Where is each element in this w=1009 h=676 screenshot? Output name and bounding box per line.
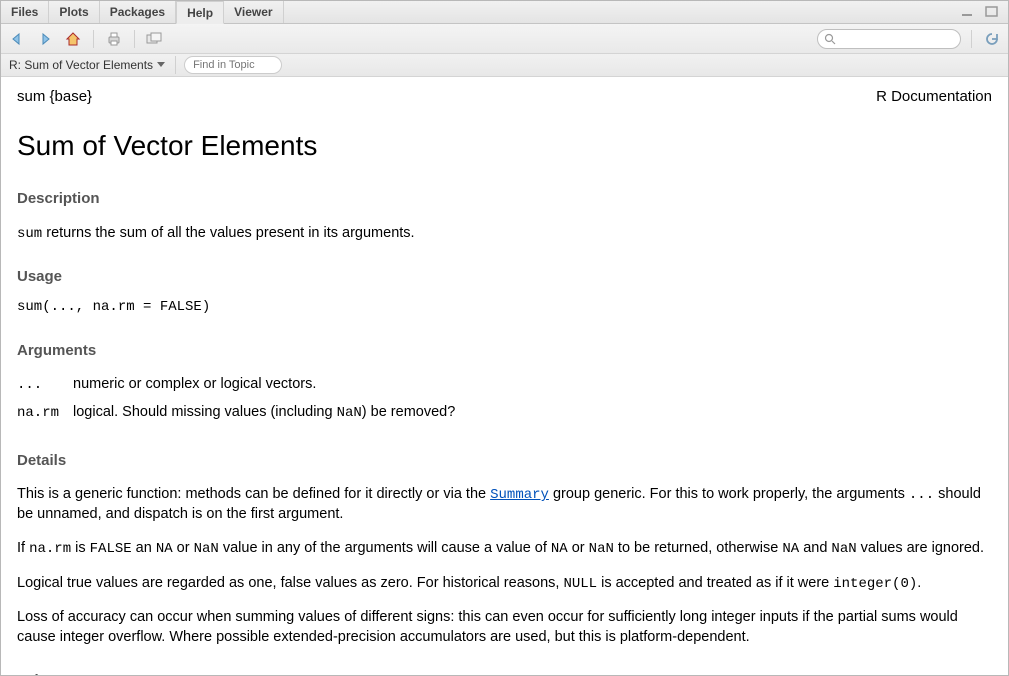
section-value: Value bbox=[17, 671, 992, 675]
table-row: na.rm logical. Should missing values (in… bbox=[17, 399, 469, 427]
breadcrumb-label: R: Sum of Vector Elements bbox=[9, 58, 153, 72]
tab-files[interactable]: Files bbox=[1, 1, 49, 23]
chevron-down-icon bbox=[157, 62, 165, 68]
arg-desc: numeric or complex or logical vectors. bbox=[73, 371, 469, 399]
back-icon[interactable] bbox=[7, 29, 27, 49]
help-document: sum {base} R Documentation Sum of Vector… bbox=[1, 77, 1008, 675]
table-row: ... numeric or complex or logical vector… bbox=[17, 371, 469, 399]
arg-name: na.rm bbox=[17, 405, 59, 421]
forward-icon[interactable] bbox=[35, 29, 55, 49]
arg-name: ... bbox=[17, 377, 42, 393]
summary-link[interactable]: Summary bbox=[490, 487, 549, 503]
help-pane: Files Plots Packages Help Viewer bbox=[0, 0, 1009, 676]
help-subtoolbar: R: Sum of Vector Elements bbox=[1, 54, 1008, 77]
tab-help[interactable]: Help bbox=[176, 1, 224, 24]
maximize-icon[interactable] bbox=[982, 2, 1002, 22]
arg-desc: logical. Should missing values (includin… bbox=[73, 399, 469, 427]
find-in-topic-input[interactable] bbox=[184, 56, 282, 74]
minimize-icon[interactable] bbox=[958, 2, 978, 22]
tab-packages[interactable]: Packages bbox=[100, 1, 176, 23]
details-p3: Logical true values are regarded as one,… bbox=[17, 574, 992, 594]
divider bbox=[971, 30, 972, 48]
help-search-box[interactable] bbox=[817, 29, 961, 49]
section-arguments: Arguments bbox=[17, 341, 992, 361]
details-p1: This is a generic function: methods can … bbox=[17, 485, 992, 524]
section-description: Description bbox=[17, 189, 992, 209]
help-toolbar bbox=[1, 24, 1008, 54]
tab-viewer[interactable]: Viewer bbox=[224, 1, 283, 23]
section-usage: Usage bbox=[17, 267, 992, 287]
description-text: sum returns the sum of all the values pr… bbox=[17, 224, 992, 244]
search-icon bbox=[824, 33, 836, 45]
divider bbox=[175, 56, 176, 74]
section-details: Details bbox=[17, 451, 992, 471]
divider bbox=[93, 30, 94, 48]
topic-name: sum {base} bbox=[17, 87, 92, 107]
usage-code: sum(..., na.rm = FALSE) bbox=[17, 298, 992, 317]
pane-tabs: Files Plots Packages Help Viewer bbox=[1, 1, 1008, 24]
doc-label: R Documentation bbox=[876, 87, 992, 107]
breadcrumb[interactable]: R: Sum of Vector Elements bbox=[7, 58, 167, 72]
code-inline: sum bbox=[17, 226, 42, 242]
home-icon[interactable] bbox=[63, 29, 83, 49]
help-search-input[interactable] bbox=[840, 31, 954, 47]
help-content-scroll[interactable]: sum {base} R Documentation Sum of Vector… bbox=[1, 77, 1008, 675]
page-title: Sum of Vector Elements bbox=[17, 127, 992, 165]
divider bbox=[134, 30, 135, 48]
details-p4: Loss of accuracy can occur when summing … bbox=[17, 608, 992, 647]
new-window-icon[interactable] bbox=[145, 29, 165, 49]
arguments-table: ... numeric or complex or logical vector… bbox=[17, 371, 469, 427]
print-icon[interactable] bbox=[104, 29, 124, 49]
details-p2: If na.rm is FALSE an NA or NaN value in … bbox=[17, 539, 992, 559]
tab-plots[interactable]: Plots bbox=[49, 1, 99, 23]
refresh-icon[interactable] bbox=[982, 29, 1002, 49]
